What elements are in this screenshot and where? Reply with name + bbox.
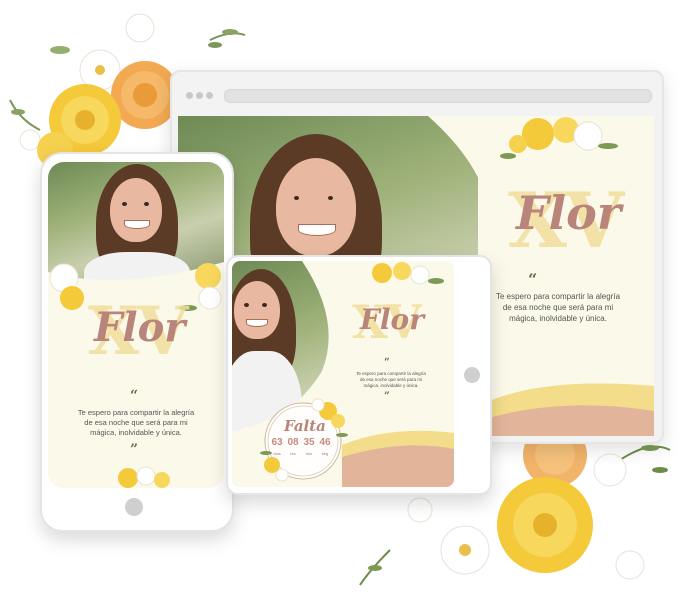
tablet-mockup: XV Flor “ Te espero para compartir la al… — [226, 255, 492, 495]
quote-icon: “ — [384, 357, 390, 368]
flower-icon — [118, 466, 170, 488]
invitee-name: Flor — [94, 304, 186, 351]
countdown-unit-seconds: seg — [321, 451, 329, 456]
quote-icon: “ — [528, 270, 538, 289]
countdown-title: Falta — [284, 417, 326, 435]
phone-invitation-page: XV Flor “ Te espero para compartir la al… — [48, 162, 224, 488]
invitee-name: Flor — [360, 303, 424, 336]
home-button-icon[interactable] — [464, 367, 480, 383]
home-button-icon[interactable] — [125, 498, 143, 516]
phone-mockup: XV Flor “ Te espero para compartir la al… — [40, 152, 234, 532]
countdown-unit-days: días — [273, 451, 281, 456]
countdown-widget: Falta 63 08 35 46 días hrs min seg — [256, 391, 350, 485]
countdown-minutes: 35 — [303, 437, 315, 448]
tablet-invitation-page: XV Flor “ Te espero para compartir la al… — [232, 261, 454, 487]
browser-dot-icon — [196, 92, 203, 99]
invitation-message: Te espero para compartir la alegría de e… — [77, 408, 195, 438]
quote-icon: ” — [130, 442, 139, 458]
countdown-days: 63 — [271, 437, 283, 448]
quote-icon: “ — [130, 388, 139, 404]
browser-toolbar — [172, 72, 662, 116]
browser-dot-icon — [186, 92, 193, 99]
invitee-name: Flor — [516, 186, 622, 240]
decorative-wave — [478, 383, 654, 436]
invitation-message: Te espero para compartir la alegría de e… — [495, 292, 621, 323]
quote-icon: ” — [384, 391, 390, 402]
browser-dot-icon — [206, 92, 213, 99]
countdown-unit-minutes: min — [305, 451, 313, 456]
address-bar[interactable] — [224, 89, 652, 103]
countdown-unit-hours: hrs — [290, 451, 296, 456]
countdown-seconds: 46 — [319, 437, 331, 448]
decorative-wave — [342, 430, 454, 487]
countdown-hours: 08 — [287, 437, 299, 448]
invitation-message: Te espero para compartir la alegría de e… — [356, 371, 426, 389]
flower-icon — [500, 117, 618, 159]
